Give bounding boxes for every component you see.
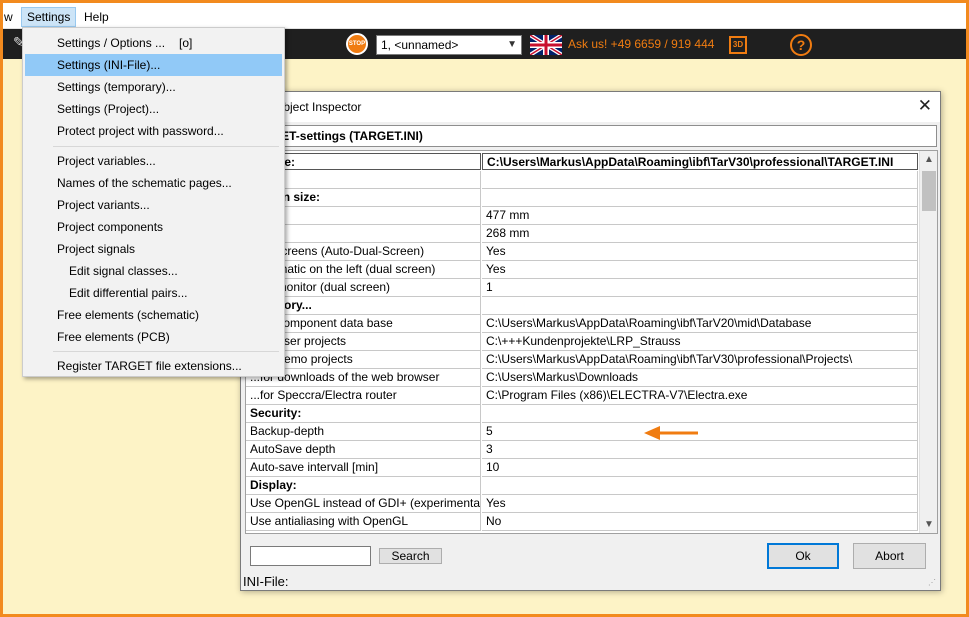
uk-flag-icon[interactable] bbox=[530, 35, 562, 55]
menu-item-free-elements-pcb[interactable]: Free elements (PCB) bbox=[25, 326, 282, 348]
property-value[interactable]: Yes bbox=[482, 495, 918, 513]
table-row[interactable]: Schematic on the left (dual screen) Yes bbox=[246, 261, 918, 279]
table-row[interactable]: ...for component data base C:\Users\Mark… bbox=[246, 315, 918, 333]
menu-item-edit-signal-classes[interactable]: Edit signal classes... bbox=[25, 260, 282, 282]
property-name: AutoSave depth bbox=[246, 441, 481, 459]
search-input[interactable] bbox=[250, 546, 371, 566]
property-value[interactable]: 477 mm bbox=[482, 207, 918, 225]
table-row[interactable]: Display: bbox=[246, 477, 918, 495]
section-heading: Security: bbox=[246, 405, 481, 423]
resize-grip-icon[interactable]: ⋰ bbox=[928, 578, 938, 588]
property-value[interactable] bbox=[482, 171, 918, 189]
property-value[interactable]: 10 bbox=[482, 459, 918, 477]
scroll-down-icon[interactable]: ▼ bbox=[920, 516, 937, 533]
property-name: Auto-save intervall [min] bbox=[246, 459, 481, 477]
property-value[interactable]: C:\Users\Markus\AppData\Roaming\ibf\TarV… bbox=[482, 153, 918, 170]
property-value[interactable]: Yes bbox=[482, 261, 918, 279]
menu-separator bbox=[53, 351, 279, 352]
table-row[interactable]: ...for Speccra/Electra router C:\Program… bbox=[246, 387, 918, 405]
property-value[interactable]: C:\+++Kundenprojekte\LRP_Strauss bbox=[482, 333, 918, 351]
menu-item-settings-ini[interactable]: Settings (INI-File)... bbox=[25, 54, 282, 76]
menu-window[interactable]: w bbox=[3, 7, 18, 27]
close-icon[interactable]: ✕ bbox=[918, 96, 932, 116]
scroll-up-icon[interactable]: ▲ bbox=[920, 151, 937, 168]
property-value[interactable]: Yes bbox=[482, 243, 918, 261]
object-inspector-dialog: Object Inspector ✕ TARGET-settings (TARG… bbox=[240, 91, 941, 591]
search-button[interactable]: Search bbox=[379, 548, 442, 564]
table-row[interactable]: Width 477 mm bbox=[246, 207, 918, 225]
property-value[interactable]: 3 bbox=[482, 441, 918, 459]
menu-separator bbox=[53, 146, 279, 147]
help-icon[interactable]: ? bbox=[790, 34, 812, 56]
dialog-title: Object Inspector bbox=[274, 100, 362, 114]
menu-item-project-variables[interactable]: Project variables... bbox=[25, 150, 282, 172]
dialog-title-bar[interactable]: Object Inspector ✕ bbox=[241, 92, 940, 122]
profile-select-value: 1, <unnamed> bbox=[381, 38, 459, 52]
scroll-thumb[interactable] bbox=[922, 171, 936, 211]
stop-icon[interactable]: STOP bbox=[346, 33, 368, 55]
menu-bar: w Settings Help bbox=[3, 3, 966, 29]
table-row[interactable]: Security: bbox=[246, 405, 918, 423]
table-row[interactable]: Use OpenGL instead of GDI+ (experimental… bbox=[246, 495, 918, 513]
menu-item-schematic-page-names[interactable]: Names of the schematic pages... bbox=[25, 172, 282, 194]
property-grid: INI-File: C:\Users\Markus\AppData\Roamin… bbox=[245, 150, 938, 534]
menu-item-project-signals[interactable]: Project signals bbox=[25, 238, 282, 260]
table-row[interactable]: Backup-depth 5 bbox=[246, 423, 918, 441]
ok-button[interactable]: Ok bbox=[767, 543, 839, 569]
table-row[interactable]: ...for demo projects C:\Users\Markus\App… bbox=[246, 351, 918, 369]
status-bar: INI-File: bbox=[243, 574, 289, 589]
table-row[interactable]: Auto-save intervall [min] 10 bbox=[246, 459, 918, 477]
property-value[interactable]: C:\Program Files (x86)\ELECTRA-V7\Electr… bbox=[482, 387, 918, 405]
table-row[interactable]: AutoSave depth 3 bbox=[246, 441, 918, 459]
table-row[interactable]: Two screens (Auto-Dual-Screen) Yes bbox=[246, 243, 918, 261]
property-grid-scrollbar[interactable]: ▲ ▼ bbox=[919, 151, 937, 533]
property-name: Use OpenGL instead of GDI+ (experimental… bbox=[246, 495, 481, 513]
section-heading: Display: bbox=[246, 477, 481, 495]
table-row[interactable]: INI-File: C:\Users\Markus\AppData\Roamin… bbox=[246, 153, 918, 171]
table-row[interactable]: Use antialiasing with OpenGL No bbox=[246, 513, 918, 531]
property-name: Use antialiasing with OpenGL bbox=[246, 513, 481, 531]
table-row[interactable]: First monitor (dual screen) 1 bbox=[246, 279, 918, 297]
table-row[interactable]: ...for downloads of the web browser C:\U… bbox=[246, 369, 918, 387]
property-value bbox=[482, 189, 918, 207]
profile-select[interactable]: 1, <unnamed> ▼ bbox=[376, 35, 522, 55]
table-row[interactable]: Screen size: bbox=[246, 189, 918, 207]
menu-item-settings-options[interactable]: Settings / Options ... [o] bbox=[25, 32, 282, 54]
table-row[interactable]: Height 268 mm bbox=[246, 225, 918, 243]
property-value bbox=[482, 297, 918, 315]
settings-menu: Settings / Options ... [o] Settings (INI… bbox=[22, 27, 285, 377]
abort-button[interactable]: Abort bbox=[853, 543, 926, 569]
menu-help[interactable]: Help bbox=[79, 7, 114, 27]
property-value bbox=[482, 477, 918, 495]
property-value[interactable]: C:\Users\Markus\AppData\Roaming\ibf\TarV… bbox=[482, 315, 918, 333]
property-value[interactable]: C:\Users\Markus\AppData\Roaming\ibf\TarV… bbox=[482, 351, 918, 369]
menu-item-register-extensions[interactable]: Register TARGET file extensions... bbox=[25, 355, 282, 377]
table-row[interactable]: Directory... bbox=[246, 297, 918, 315]
property-name: Backup-depth bbox=[246, 423, 481, 441]
menu-item-settings-project[interactable]: Settings (Project)... bbox=[25, 98, 282, 120]
inspector-header: TARGET-settings (TARGET.INI) bbox=[245, 125, 937, 147]
property-name: ...for Speccra/Electra router bbox=[246, 387, 481, 405]
menu-item-project-variants[interactable]: Project variants... bbox=[25, 194, 282, 216]
menu-item-edit-differential-pairs[interactable]: Edit differential pairs... bbox=[25, 282, 282, 304]
chevron-down-icon[interactable]: ▼ bbox=[507, 36, 517, 54]
menu-item-label: Settings / Options ... bbox=[57, 36, 166, 50]
table-row[interactable]: ...for user projects C:\+++Kundenprojekt… bbox=[246, 333, 918, 351]
app-window: w Settings Help ✎ STOP 1, <unnamed> ▼ As… bbox=[3, 3, 966, 614]
arrow-annotation-icon bbox=[644, 426, 698, 440]
menu-item-settings-temporary[interactable]: Settings (temporary)... bbox=[25, 76, 282, 98]
menu-item-protect-project[interactable]: Protect project with password... bbox=[25, 120, 282, 142]
table-row[interactable] bbox=[246, 171, 918, 189]
3d-view-icon[interactable]: 3D bbox=[729, 36, 747, 54]
property-value[interactable]: 268 mm bbox=[482, 225, 918, 243]
menu-settings[interactable]: Settings bbox=[21, 7, 77, 27]
menu-item-project-components[interactable]: Project components bbox=[25, 216, 282, 238]
property-value[interactable]: No bbox=[482, 513, 918, 531]
property-value[interactable]: 1 bbox=[482, 279, 918, 297]
menu-item-shortcut: [o] bbox=[179, 36, 193, 50]
property-value bbox=[482, 405, 918, 423]
ask-us-link[interactable]: Ask us! +49 6659 / 919 444 bbox=[568, 37, 714, 51]
property-value[interactable]: C:\Users\Markus\Downloads bbox=[482, 369, 918, 387]
menu-item-free-elements-schematic[interactable]: Free elements (schematic) bbox=[25, 304, 282, 326]
